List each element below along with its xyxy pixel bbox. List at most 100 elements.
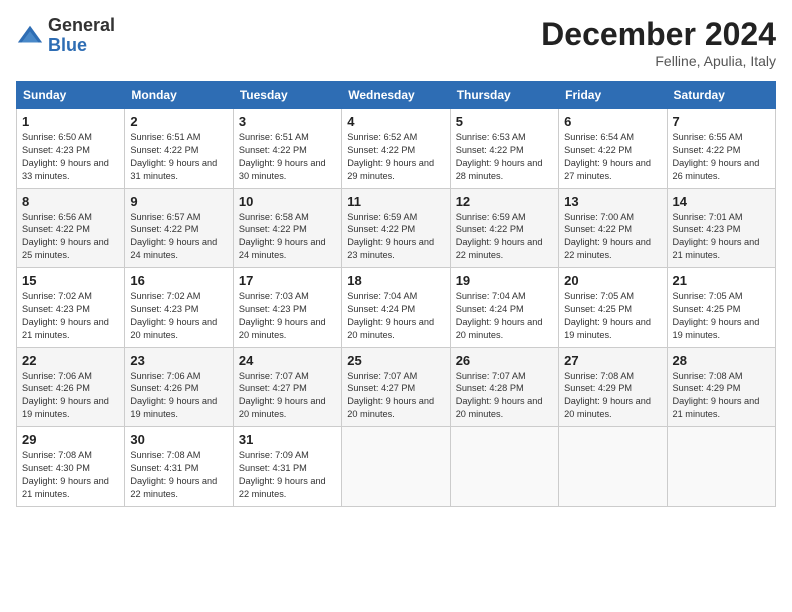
day-info: Sunrise: 7:08 AM Sunset: 4:31 PM Dayligh…	[130, 449, 227, 501]
weekday-header: Friday	[559, 82, 667, 109]
logo-icon	[16, 22, 44, 50]
day-info: Sunrise: 6:53 AM Sunset: 4:22 PM Dayligh…	[456, 131, 553, 183]
day-info: Sunrise: 6:56 AM Sunset: 4:22 PM Dayligh…	[22, 211, 119, 263]
day-number: 20	[564, 273, 661, 288]
day-info: Sunrise: 7:05 AM Sunset: 4:25 PM Dayligh…	[673, 290, 770, 342]
day-info: Sunrise: 6:51 AM Sunset: 4:22 PM Dayligh…	[239, 131, 336, 183]
day-number: 1	[22, 114, 119, 129]
calendar-cell: 5 Sunrise: 6:53 AM Sunset: 4:22 PM Dayli…	[450, 109, 558, 189]
logo: General Blue	[16, 16, 115, 56]
calendar-cell: 30 Sunrise: 7:08 AM Sunset: 4:31 PM Dayl…	[125, 427, 233, 507]
calendar-cell: 6 Sunrise: 6:54 AM Sunset: 4:22 PM Dayli…	[559, 109, 667, 189]
day-info: Sunrise: 6:58 AM Sunset: 4:22 PM Dayligh…	[239, 211, 336, 263]
day-number: 9	[130, 194, 227, 209]
day-number: 21	[673, 273, 770, 288]
day-info: Sunrise: 6:51 AM Sunset: 4:22 PM Dayligh…	[130, 131, 227, 183]
day-info: Sunrise: 7:02 AM Sunset: 4:23 PM Dayligh…	[22, 290, 119, 342]
calendar-cell: 23 Sunrise: 7:06 AM Sunset: 4:26 PM Dayl…	[125, 347, 233, 427]
day-number: 13	[564, 194, 661, 209]
calendar-week-row: 22 Sunrise: 7:06 AM Sunset: 4:26 PM Dayl…	[17, 347, 776, 427]
calendar-cell	[667, 427, 775, 507]
day-info: Sunrise: 7:06 AM Sunset: 4:26 PM Dayligh…	[130, 370, 227, 422]
calendar-cell	[559, 427, 667, 507]
day-number: 14	[673, 194, 770, 209]
day-number: 30	[130, 432, 227, 447]
calendar-cell: 19 Sunrise: 7:04 AM Sunset: 4:24 PM Dayl…	[450, 268, 558, 348]
calendar-cell: 28 Sunrise: 7:08 AM Sunset: 4:29 PM Dayl…	[667, 347, 775, 427]
logo-text: General Blue	[48, 16, 115, 56]
calendar-cell: 21 Sunrise: 7:05 AM Sunset: 4:25 PM Dayl…	[667, 268, 775, 348]
day-number: 22	[22, 353, 119, 368]
day-info: Sunrise: 7:07 AM Sunset: 4:27 PM Dayligh…	[347, 370, 444, 422]
day-info: Sunrise: 6:54 AM Sunset: 4:22 PM Dayligh…	[564, 131, 661, 183]
calendar-cell: 27 Sunrise: 7:08 AM Sunset: 4:29 PM Dayl…	[559, 347, 667, 427]
day-number: 17	[239, 273, 336, 288]
day-info: Sunrise: 7:01 AM Sunset: 4:23 PM Dayligh…	[673, 211, 770, 263]
day-info: Sunrise: 6:57 AM Sunset: 4:22 PM Dayligh…	[130, 211, 227, 263]
day-info: Sunrise: 7:05 AM Sunset: 4:25 PM Dayligh…	[564, 290, 661, 342]
calendar-cell: 20 Sunrise: 7:05 AM Sunset: 4:25 PM Dayl…	[559, 268, 667, 348]
calendar-cell: 8 Sunrise: 6:56 AM Sunset: 4:22 PM Dayli…	[17, 188, 125, 268]
calendar-cell: 18 Sunrise: 7:04 AM Sunset: 4:24 PM Dayl…	[342, 268, 450, 348]
month-title: December 2024	[541, 16, 776, 53]
day-number: 26	[456, 353, 553, 368]
day-info: Sunrise: 7:09 AM Sunset: 4:31 PM Dayligh…	[239, 449, 336, 501]
day-number: 16	[130, 273, 227, 288]
day-number: 29	[22, 432, 119, 447]
calendar-cell	[342, 427, 450, 507]
day-number: 3	[239, 114, 336, 129]
day-info: Sunrise: 7:08 AM Sunset: 4:29 PM Dayligh…	[564, 370, 661, 422]
weekday-header: Sunday	[17, 82, 125, 109]
calendar-cell: 4 Sunrise: 6:52 AM Sunset: 4:22 PM Dayli…	[342, 109, 450, 189]
day-number: 24	[239, 353, 336, 368]
calendar-cell: 25 Sunrise: 7:07 AM Sunset: 4:27 PM Dayl…	[342, 347, 450, 427]
location-subtitle: Felline, Apulia, Italy	[541, 53, 776, 69]
day-info: Sunrise: 7:07 AM Sunset: 4:27 PM Dayligh…	[239, 370, 336, 422]
day-number: 12	[456, 194, 553, 209]
calendar-cell: 3 Sunrise: 6:51 AM Sunset: 4:22 PM Dayli…	[233, 109, 341, 189]
day-number: 19	[456, 273, 553, 288]
day-number: 15	[22, 273, 119, 288]
calendar-cell: 13 Sunrise: 7:00 AM Sunset: 4:22 PM Dayl…	[559, 188, 667, 268]
calendar-cell: 22 Sunrise: 7:06 AM Sunset: 4:26 PM Dayl…	[17, 347, 125, 427]
day-number: 31	[239, 432, 336, 447]
day-number: 18	[347, 273, 444, 288]
calendar-cell: 12 Sunrise: 6:59 AM Sunset: 4:22 PM Dayl…	[450, 188, 558, 268]
day-number: 11	[347, 194, 444, 209]
calendar-cell: 1 Sunrise: 6:50 AM Sunset: 4:23 PM Dayli…	[17, 109, 125, 189]
calendar-week-row: 8 Sunrise: 6:56 AM Sunset: 4:22 PM Dayli…	[17, 188, 776, 268]
weekday-header: Monday	[125, 82, 233, 109]
calendar-cell: 9 Sunrise: 6:57 AM Sunset: 4:22 PM Dayli…	[125, 188, 233, 268]
day-number: 7	[673, 114, 770, 129]
day-number: 27	[564, 353, 661, 368]
weekday-header: Thursday	[450, 82, 558, 109]
weekday-header: Saturday	[667, 82, 775, 109]
calendar-cell: 26 Sunrise: 7:07 AM Sunset: 4:28 PM Dayl…	[450, 347, 558, 427]
calendar-cell: 10 Sunrise: 6:58 AM Sunset: 4:22 PM Dayl…	[233, 188, 341, 268]
calendar-cell: 14 Sunrise: 7:01 AM Sunset: 4:23 PM Dayl…	[667, 188, 775, 268]
day-info: Sunrise: 7:08 AM Sunset: 4:30 PM Dayligh…	[22, 449, 119, 501]
calendar-cell: 2 Sunrise: 6:51 AM Sunset: 4:22 PM Dayli…	[125, 109, 233, 189]
calendar-cell	[450, 427, 558, 507]
day-info: Sunrise: 6:59 AM Sunset: 4:22 PM Dayligh…	[347, 211, 444, 263]
calendar-header-row: SundayMondayTuesdayWednesdayThursdayFrid…	[17, 82, 776, 109]
day-number: 8	[22, 194, 119, 209]
day-info: Sunrise: 7:00 AM Sunset: 4:22 PM Dayligh…	[564, 211, 661, 263]
calendar-week-row: 29 Sunrise: 7:08 AM Sunset: 4:30 PM Dayl…	[17, 427, 776, 507]
day-number: 6	[564, 114, 661, 129]
day-number: 23	[130, 353, 227, 368]
day-info: Sunrise: 7:07 AM Sunset: 4:28 PM Dayligh…	[456, 370, 553, 422]
day-info: Sunrise: 7:03 AM Sunset: 4:23 PM Dayligh…	[239, 290, 336, 342]
day-number: 28	[673, 353, 770, 368]
day-info: Sunrise: 7:06 AM Sunset: 4:26 PM Dayligh…	[22, 370, 119, 422]
calendar-cell: 16 Sunrise: 7:02 AM Sunset: 4:23 PM Dayl…	[125, 268, 233, 348]
day-info: Sunrise: 7:04 AM Sunset: 4:24 PM Dayligh…	[456, 290, 553, 342]
weekday-header: Tuesday	[233, 82, 341, 109]
calendar-week-row: 15 Sunrise: 7:02 AM Sunset: 4:23 PM Dayl…	[17, 268, 776, 348]
day-number: 25	[347, 353, 444, 368]
title-block: December 2024 Felline, Apulia, Italy	[541, 16, 776, 69]
day-number: 2	[130, 114, 227, 129]
day-info: Sunrise: 6:52 AM Sunset: 4:22 PM Dayligh…	[347, 131, 444, 183]
day-info: Sunrise: 7:02 AM Sunset: 4:23 PM Dayligh…	[130, 290, 227, 342]
day-info: Sunrise: 6:55 AM Sunset: 4:22 PM Dayligh…	[673, 131, 770, 183]
